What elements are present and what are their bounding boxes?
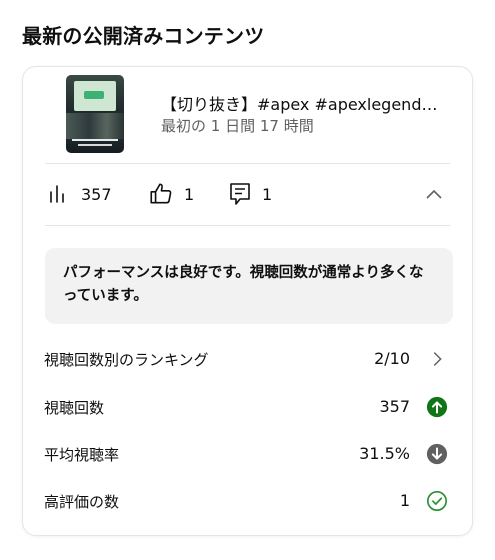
performance-summary: パフォーマンスは良好です。視聴回数が通常より多くなっています。 bbox=[45, 248, 453, 324]
thumbs-up-icon bbox=[150, 183, 172, 204]
latest-content-card: 【切り抜き】#apex #apexlegend… 最初の 1 日間 17 時間 … bbox=[22, 66, 473, 536]
metric-label: 高評価の数 bbox=[44, 493, 120, 511]
video-row[interactable]: 【切り抜き】#apex #apexlegend… 最初の 1 日間 17 時間 bbox=[23, 67, 472, 163]
metric-value: 31.5% bbox=[359, 444, 410, 463]
video-subtitle: 最初の 1 日間 17 時間 bbox=[161, 117, 314, 135]
performance-message: パフォーマンスは良好です。視聴回数が通常より多くなっています。 bbox=[63, 265, 424, 304]
chevron-up-icon[interactable] bbox=[422, 183, 446, 207]
video-title[interactable]: 【切り抜き】#apex #apexlegend… bbox=[161, 91, 451, 115]
metric-row-likes: 高評価の数 1 bbox=[23, 481, 472, 521]
views-stat: 357 bbox=[47, 163, 112, 225]
views-count: 357 bbox=[81, 184, 112, 204]
metric-label: 平均視聴率 bbox=[44, 446, 120, 464]
metric-value: 1 bbox=[399, 491, 410, 510]
bar-chart-icon bbox=[47, 182, 71, 206]
chevron-right-icon[interactable] bbox=[426, 348, 448, 370]
metric-row-average-view: 平均視聴率 31.5% bbox=[23, 434, 472, 474]
arrow-up-circle-icon bbox=[426, 396, 448, 418]
metric-label: 視聴回数別のランキング bbox=[44, 351, 209, 369]
metric-label: 視聴回数 bbox=[44, 399, 105, 417]
stats-row: 357 1 1 bbox=[23, 163, 472, 225]
metric-value: 2/10 bbox=[374, 349, 410, 368]
likes-stat: 1 bbox=[148, 163, 194, 225]
check-circle-icon bbox=[427, 491, 447, 511]
comment-icon bbox=[230, 183, 250, 205]
metric-row-ranking[interactable]: 視聴回数別のランキング 2/10 bbox=[23, 339, 472, 379]
comments-stat: 1 bbox=[228, 163, 272, 225]
section-title: 最新の公開済みコンテンツ bbox=[22, 24, 265, 48]
metric-row-views: 視聴回数 357 bbox=[23, 387, 472, 427]
arrow-down-circle-icon bbox=[426, 443, 448, 465]
metric-value: 357 bbox=[379, 397, 410, 416]
likes-count: 1 bbox=[184, 184, 195, 204]
video-thumbnail[interactable] bbox=[66, 75, 124, 153]
comments-count: 1 bbox=[262, 184, 273, 204]
divider bbox=[45, 225, 450, 226]
